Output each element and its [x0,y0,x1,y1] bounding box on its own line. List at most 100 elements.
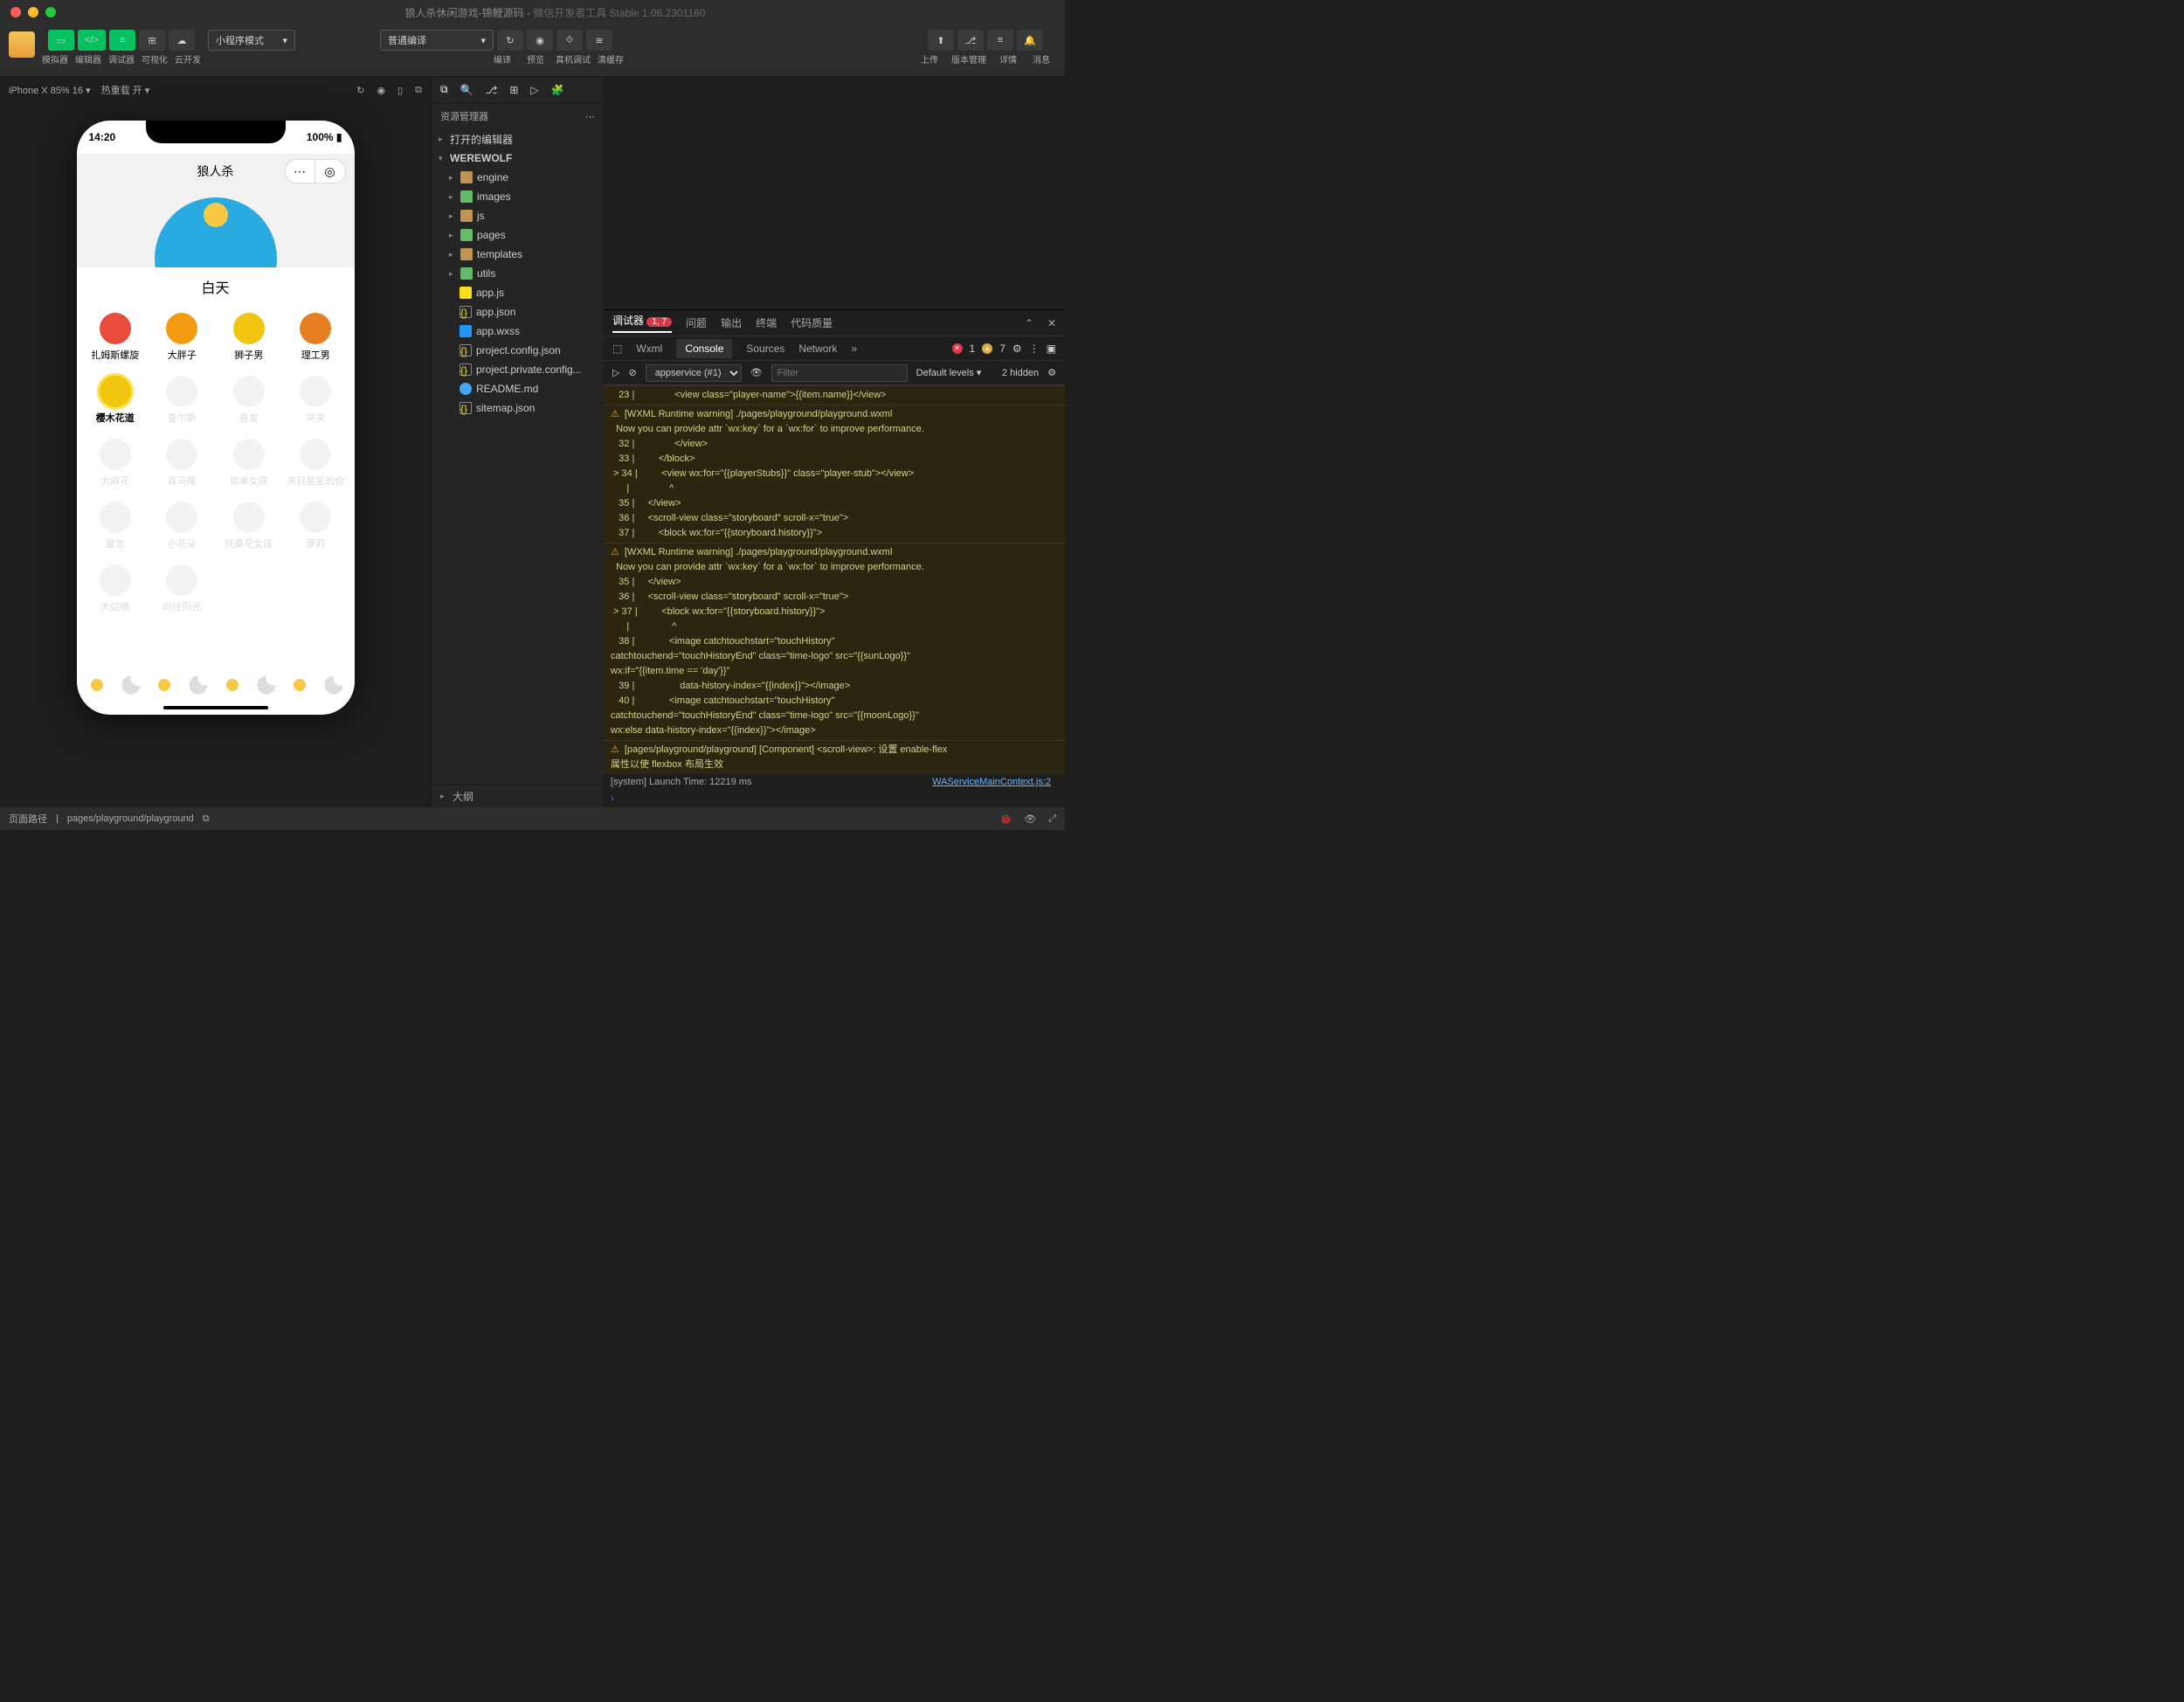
visual-toggle[interactable]: ⊞ [139,30,165,51]
cloud-toggle[interactable]: ☁ [169,30,195,51]
maximize-window-button[interactable] [45,7,56,17]
copy-icon[interactable]: ⧉ [203,813,210,825]
console-prompt[interactable]: › [604,791,1065,807]
simulator-toggle[interactable]: ▭ [48,30,74,51]
console-output[interactable]: 23 | <view class="player-name">{{item.na… [604,385,1065,807]
collapse-icon[interactable]: ⌃ [1025,317,1033,329]
expand-icon[interactable]: ⤢ [1048,813,1056,825]
file-item[interactable]: app.wxss [432,322,604,341]
folder-item[interactable]: ▸pages [432,225,604,245]
details-button[interactable]: ≡ [987,30,1013,51]
player-cell[interactable]: 小花朵 [149,495,216,557]
player-cell[interactable]: 来自星星的你 [282,432,349,495]
file-item[interactable]: app.js [432,283,604,302]
editor-toggle[interactable]: </> [78,30,106,51]
mode-select[interactable]: 小程序模式▾ [208,30,295,51]
timeline[interactable] [77,668,355,702]
player-cell[interactable]: 理工男 [282,306,349,369]
record-icon[interactable]: ◉ [377,85,385,96]
popout-icon[interactable]: ⧉ [415,85,422,96]
folder-item[interactable]: ▸utils [432,264,604,283]
search-icon[interactable]: 🔍 [460,84,473,96]
device-icon[interactable]: ▯ [397,85,403,96]
devtab-sources[interactable]: Sources [746,342,784,355]
tab-debugger[interactable]: 调试器 1, 7 [612,313,672,333]
player-cell[interactable]: 查尔斯 [149,369,216,432]
context-select[interactable]: appservice (#1) [646,364,742,382]
folder-item[interactable]: ▸js [432,206,604,225]
refresh-icon[interactable]: ↻ [356,85,364,96]
tab-problems[interactable]: 问题 [686,315,707,330]
file-item[interactable]: {}app.json [432,302,604,322]
folder-item[interactable]: ▸engine [432,168,604,187]
player-cell[interactable]: 突突 [282,369,349,432]
levels-select[interactable]: Default levels ▾ [916,367,982,378]
tab-output[interactable]: 输出 [721,315,742,330]
upload-button[interactable]: ⬆ [928,30,954,51]
player-cell[interactable]: 大麻花 [82,432,149,495]
folder-item[interactable]: ▸images [432,187,604,206]
player-cell[interactable]: 大胖子 [149,306,216,369]
player-cell[interactable]: 简单女孩 [216,432,283,495]
source-link[interactable]: WAServiceMainContext.js:2 [932,776,1051,789]
player-cell[interactable]: 大姑娘 [82,557,149,620]
eye-icon[interactable]: 👁 [750,367,763,378]
extensions-icon[interactable]: ⊞ [509,84,518,96]
git-icon[interactable]: ⎇ [486,84,498,96]
opened-editors-section[interactable]: ▸打开的编辑器 [432,129,604,149]
player-cell[interactable]: 扶桑花女孩 [216,495,283,557]
notifications-button[interactable]: 🔔 [1017,30,1043,51]
devtab-wxml[interactable]: Wxml [636,342,662,355]
player-cell[interactable]: 童言 [82,495,149,557]
player-cell[interactable]: 卷发 [216,369,283,432]
folder-item[interactable]: ▸templates [432,245,604,264]
kebab-icon[interactable]: ⋮ [1029,342,1040,355]
gear-icon[interactable]: ⚙ [1047,367,1056,378]
hotreload-toggle[interactable]: 热重载 开 ▾ [101,83,150,97]
more-icon[interactable]: 🧩 [551,84,564,96]
remote-debug-button[interactable]: ⟐ [556,30,583,51]
player-cell[interactable]: 扎姆斯螺旋 [82,306,149,369]
root-folder[interactable]: ▾WEREWOLF [432,149,604,168]
outline-section[interactable]: ▸大纲 [432,785,604,807]
eye-icon[interactable]: 👁 [1024,813,1036,825]
file-item[interactable]: {}project.config.json [432,341,604,360]
bug-icon[interactable]: 🐞 [1000,813,1013,825]
hidden-count[interactable]: 2 hidden [1002,368,1039,378]
dock-icon[interactable]: ▣ [1047,342,1056,355]
capsule-menu[interactable]: ⋯◎ [285,159,346,183]
clear-icon[interactable]: ⊘ [628,367,636,378]
tab-quality[interactable]: 代码质量 [791,315,833,330]
device-select[interactable]: iPhone X 85% 16 ▾ [9,85,91,96]
close-window-button[interactable] [10,7,21,17]
error-count-icon[interactable]: ✕ [952,343,963,354]
settings-icon[interactable]: ⚙ [1013,342,1022,355]
file-item[interactable]: {}sitemap.json [432,398,604,418]
tab-terminal[interactable]: 终端 [756,315,777,330]
player-cell[interactable]: 向往阳光 [149,557,216,620]
compile-select[interactable]: 普通编译▾ [380,30,494,51]
page-path[interactable]: pages/playground/playground [67,813,194,824]
run-icon[interactable]: ▷ [530,84,538,96]
play-icon[interactable]: ▷ [612,367,619,378]
devtab-network[interactable]: Network [798,342,837,355]
debugger-toggle[interactable]: ≡ [109,30,135,51]
file-item[interactable]: README.md [432,379,604,398]
devtab-more[interactable]: » [851,342,857,355]
compile-button[interactable]: ↻ [497,30,523,51]
preview-button[interactable]: ◉ [527,30,553,51]
close-panel-icon[interactable]: ✕ [1047,317,1056,329]
more-actions-icon[interactable]: ⋯ [585,111,595,122]
files-tab-icon[interactable]: ⧉ [440,83,448,96]
filter-input[interactable] [771,364,908,382]
player-cell[interactable]: 狮子男 [216,306,283,369]
file-item[interactable]: {}project.private.config... [432,360,604,379]
warn-count-icon[interactable]: ▲ [982,343,992,354]
player-cell[interactable]: 萝莉 [282,495,349,557]
version-button[interactable]: ⎇ [957,30,984,51]
minimize-window-button[interactable] [28,7,38,17]
inspect-icon[interactable]: ⬚ [612,342,622,355]
player-cell[interactable]: 双马尾 [149,432,216,495]
devtab-console[interactable]: Console [676,339,732,358]
player-cell[interactable]: 樱木花道 [82,369,149,432]
